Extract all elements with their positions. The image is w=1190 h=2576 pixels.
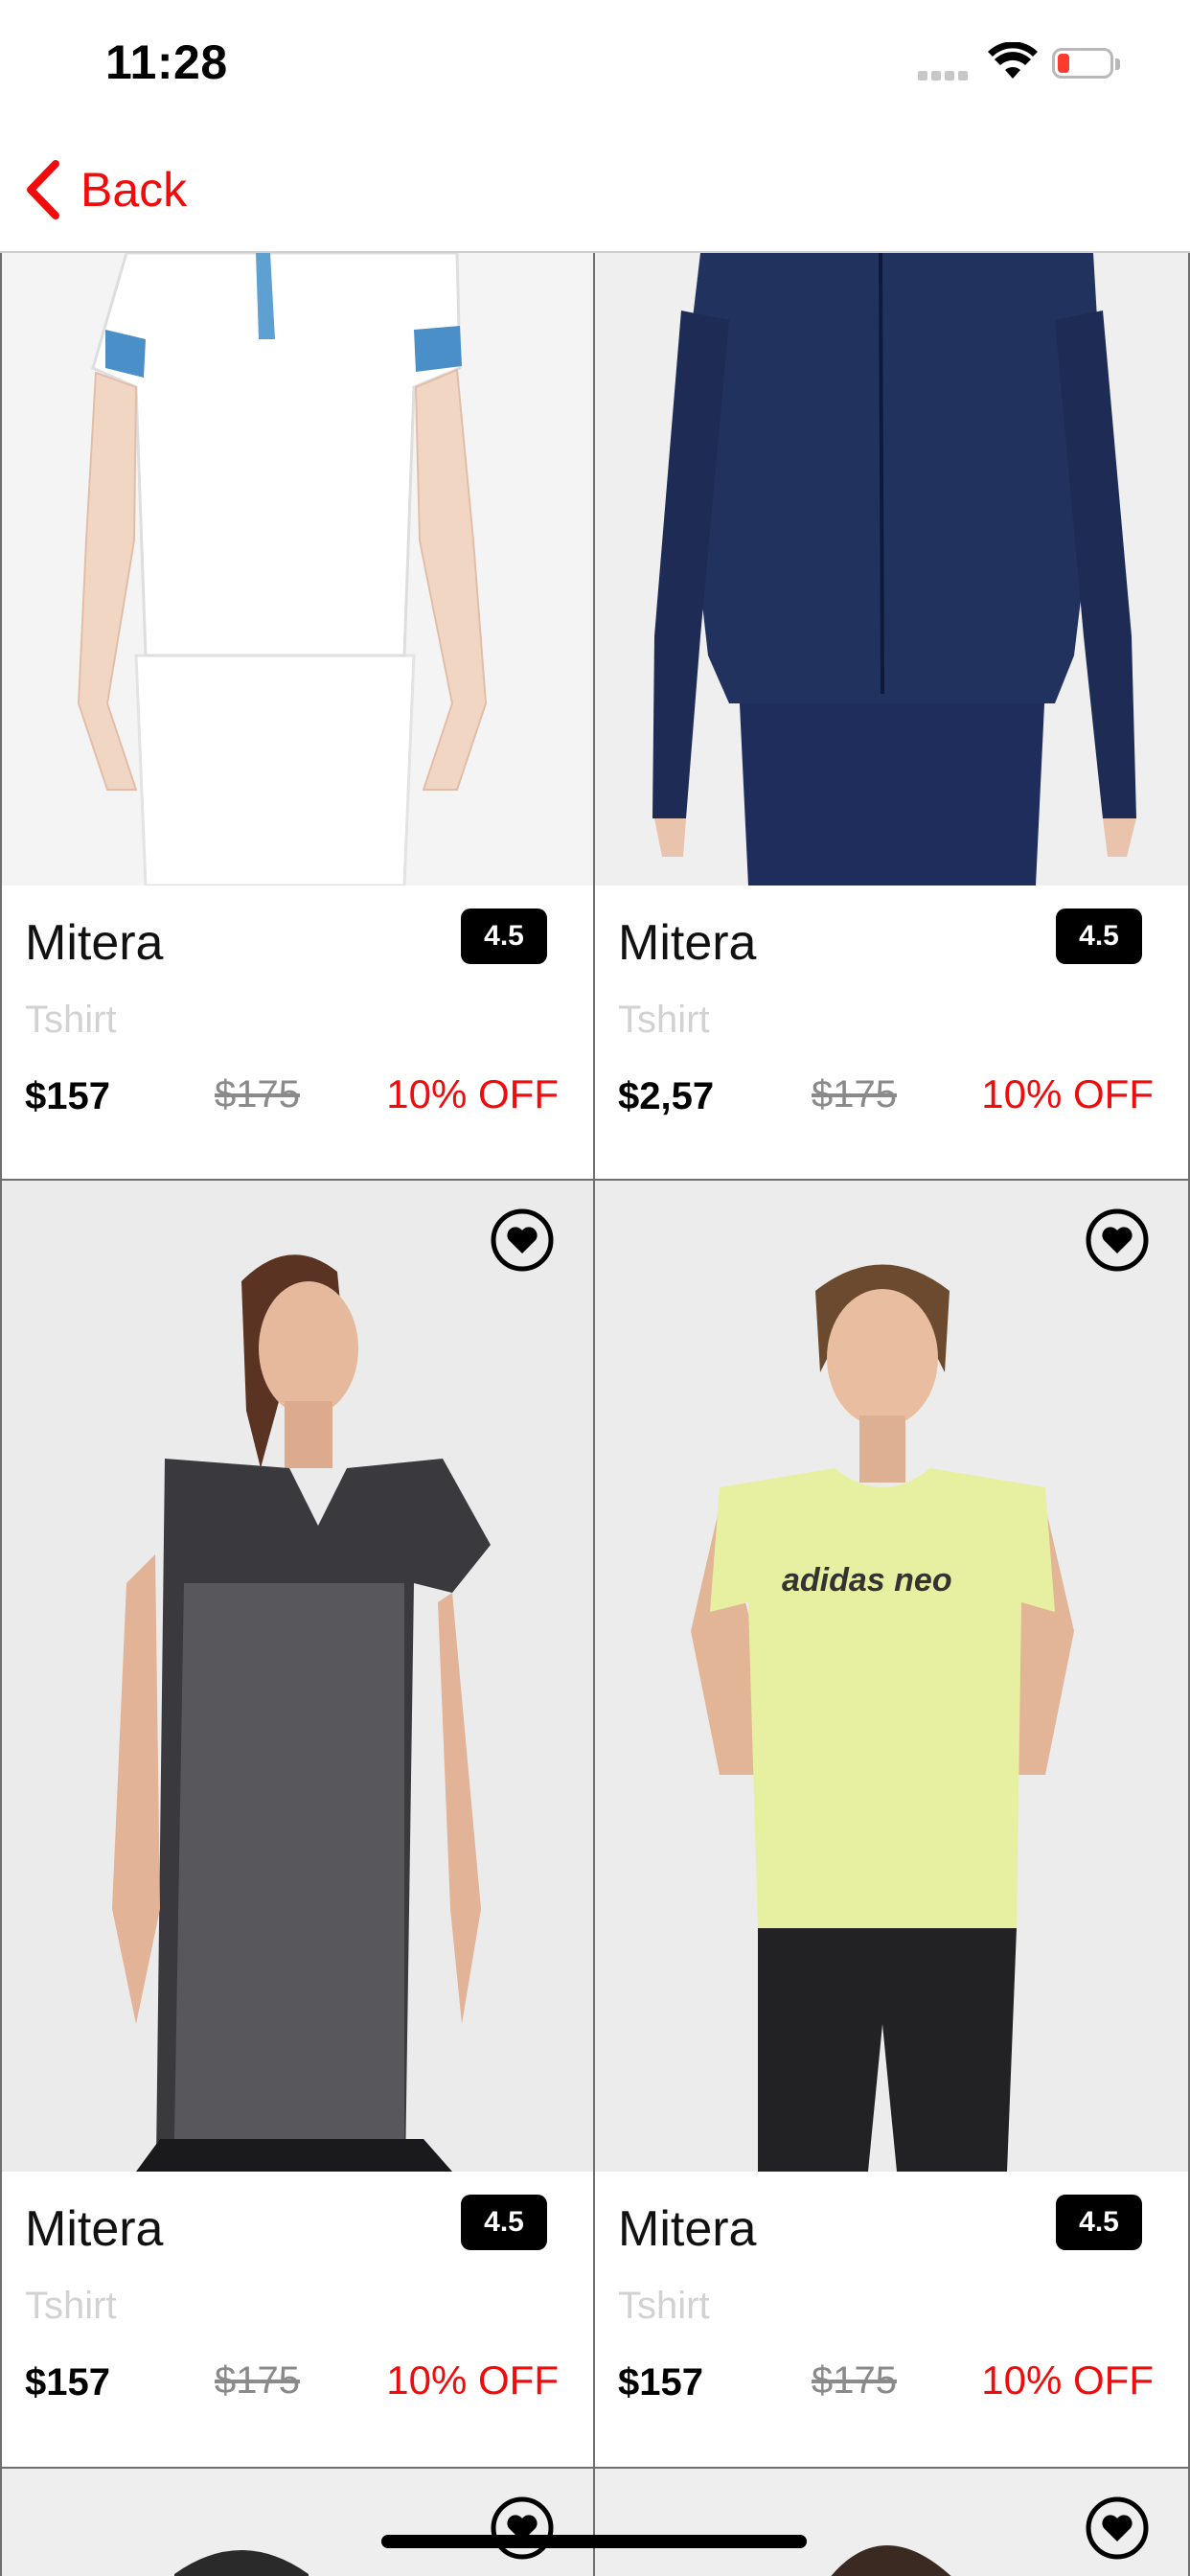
favorite-button[interactable] [490, 1208, 555, 1273]
rating-badge: 4.5 [461, 908, 547, 964]
favorite-button[interactable] [1085, 1208, 1150, 1273]
product-discount: 10% OFF [981, 1071, 1154, 1116]
product-price: $2,57 [618, 1075, 715, 1117]
product-category: Tshirt [618, 999, 710, 1041]
product-info: Mitera 4.5 Tshirt $157 $175 10% OFF [595, 2172, 1188, 2467]
back-button[interactable]: Back [21, 155, 187, 224]
rating-badge: 4.5 [461, 2195, 547, 2250]
product-info: Mitera 4.5 Tshirt $157 $175 10% OFF [2, 2172, 593, 2467]
home-indicator[interactable] [381, 2535, 807, 2548]
product-title: Mitera [618, 915, 757, 971]
chevron-left-icon [27, 160, 59, 219]
product-category: Tshirt [618, 2285, 710, 2327]
product-discount: 10% OFF [386, 1071, 559, 1116]
product-price: $157 [25, 2361, 110, 2404]
product-old-price: $175 [215, 1073, 300, 1116]
product-title: Mitera [25, 2201, 164, 2257]
status-time: 11:28 [105, 35, 228, 89]
product-old-price: $175 [215, 2359, 300, 2402]
product-list-screen: 11:28 Back Mitera 4.5 Tshirt $157 $175 1… [0, 0, 1190, 2576]
rating-badge: 4.5 [1056, 908, 1142, 964]
back-label: Back [80, 163, 188, 217]
product-grid: Mitera 4.5 Tshirt $157 $175 10% OFF Mite… [0, 253, 1190, 2576]
status-bar: 11:28 [0, 0, 1190, 126]
product-image: adidas neo [595, 1181, 1188, 2172]
product-old-price: $175 [812, 2359, 897, 2402]
product-price: $157 [618, 2361, 703, 2404]
product-discount: 10% OFF [386, 2358, 559, 2403]
product-card[interactable]: Mitera 4.5 Tshirt $157 $175 10% OFF [0, 253, 595, 1181]
battery-low-icon [1052, 48, 1120, 80]
favorite-button[interactable] [490, 2496, 555, 2561]
product-card[interactable] [595, 2469, 1190, 2576]
product-title: Mitera [25, 915, 164, 971]
product-info: Mitera 4.5 Tshirt $2,57 $175 10% OFF [595, 886, 1188, 1179]
product-card[interactable]: adidas neo Mitera 4.5 Tshirt $157 $175 1… [595, 1181, 1190, 2469]
product-image [595, 253, 1188, 886]
favorite-button[interactable] [1085, 2496, 1150, 2561]
product-price: $157 [25, 1075, 110, 1117]
product-image [2, 253, 593, 886]
product-image [2, 1181, 593, 2172]
product-image [2, 2469, 593, 2576]
navigation-bar: Back [0, 126, 1190, 253]
product-old-price: $175 [812, 1073, 897, 1116]
product-info: Mitera 4.5 Tshirt $157 $175 10% OFF [2, 886, 593, 1179]
product-discount: 10% OFF [981, 2358, 1154, 2403]
product-image [595, 2469, 1188, 2576]
rating-badge: 4.5 [1056, 2195, 1142, 2250]
product-card[interactable]: Mitera 4.5 Tshirt $2,57 $175 10% OFF [595, 253, 1190, 1181]
shirt-print-text: adidas neo [782, 1562, 952, 1598]
product-card[interactable] [0, 2469, 595, 2576]
product-category: Tshirt [25, 999, 117, 1041]
cellular-signal-icon [918, 71, 975, 82]
wifi-icon [988, 42, 1038, 79]
product-card[interactable]: Mitera 4.5 Tshirt $157 $175 10% OFF [0, 1181, 595, 2469]
product-category: Tshirt [25, 2285, 117, 2327]
product-title: Mitera [618, 2201, 757, 2257]
